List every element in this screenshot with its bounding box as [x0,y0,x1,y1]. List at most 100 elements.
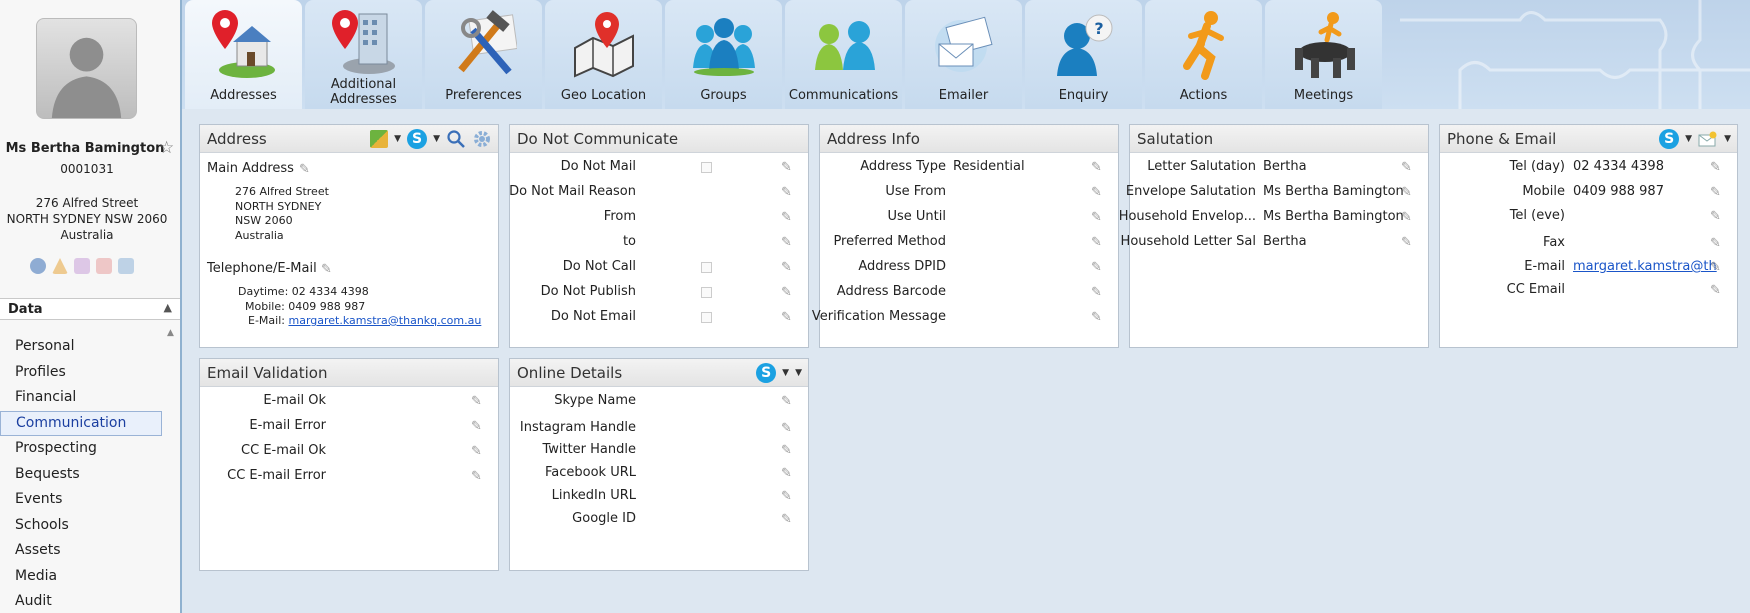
field-label: E-mail Ok [263,393,326,408]
edit-pencil-icon[interactable]: ✎ [1401,235,1415,250]
telephone-email-row: Telephone/E-Mail ✎ [207,261,487,281]
edit-pencil-icon[interactable]: ✎ [321,262,335,277]
collapse-caret-icon[interactable]: ▲ [164,301,172,314]
sms-envelope-icon[interactable] [1698,131,1718,147]
edit-pencil-icon[interactable]: ✎ [781,421,795,436]
sidebar-item-financial[interactable]: Financial [0,385,180,411]
edit-pencil-icon[interactable]: ✎ [781,466,795,481]
sms-dropdown-icon[interactable]: ▼ [1724,134,1731,144]
edit-pencil-icon[interactable]: ✎ [1401,160,1415,175]
field-checkbox[interactable] [701,262,712,273]
edit-pencil-icon[interactable]: ✎ [1091,285,1105,300]
tab-enquiry[interactable]: ? Enquiry [1025,0,1142,109]
edit-pencil-icon[interactable]: ✎ [781,260,795,275]
field-label: LinkedIn URL [551,488,636,503]
field-checkbox[interactable] [701,162,712,173]
skype-icon[interactable]: S [407,129,428,149]
edit-pencil-icon[interactable]: ✎ [1091,260,1105,275]
card-icon[interactable] [118,258,134,274]
edit-pencil-icon[interactable]: ✎ [781,512,795,527]
tab-emailer[interactable]: Emailer [905,0,1022,109]
edit-pencil-icon[interactable]: ✎ [471,419,485,434]
phone-email-panel-header: Phone & Email S ▼ ▼ [1440,125,1737,153]
edit-pencil-icon[interactable]: ✎ [471,394,485,409]
sidebar-item-prospecting[interactable]: Prospecting [0,436,180,462]
sidebar-item-audit[interactable]: Audit [0,589,180,613]
edit-pencil-icon[interactable]: ✎ [781,210,795,225]
edit-pencil-icon[interactable]: ✎ [781,394,795,409]
tab-meetings[interactable]: Meetings [1265,0,1382,109]
map-icon[interactable] [370,130,389,148]
field-checkbox[interactable] [701,312,712,323]
skype-dropdown-icon[interactable]: ▼ [782,368,789,378]
sidebar-item-bequests[interactable]: Bequests [0,462,180,488]
facebook-icon[interactable] [30,258,46,274]
tab-actions[interactable]: Actions [1145,0,1262,109]
favourite-star-icon[interactable]: ☆ [159,138,174,158]
edit-pencil-icon[interactable]: ✎ [1091,235,1105,250]
sidebar-item-profiles[interactable]: Profiles [0,360,180,386]
field-label: Twitter Handle [542,442,636,457]
edit-pencil-icon[interactable]: ✎ [781,185,795,200]
sidebar-item-schools[interactable]: Schools [0,513,180,539]
edit-pencil-icon[interactable]: ✎ [781,235,795,250]
edit-pencil-icon[interactable]: ✎ [1710,236,1724,251]
field-row: Address Type Residential ✎ [820,159,1118,179]
skype-icon[interactable]: S [756,363,777,383]
gear-icon[interactable] [472,129,492,149]
edit-pencil-icon[interactable]: ✎ [299,162,313,177]
edit-pencil-icon[interactable]: ✎ [1091,185,1105,200]
sidebar-item-assets[interactable]: Assets [0,538,180,564]
edit-pencil-icon[interactable]: ✎ [781,160,795,175]
edit-pencil-icon[interactable]: ✎ [1710,160,1724,175]
edit-pencil-icon[interactable]: ✎ [1091,160,1105,175]
tab-groups[interactable]: Groups [665,0,782,109]
sidebar-item-events[interactable]: Events [0,487,180,513]
tab-addresses[interactable]: Addresses [185,0,302,109]
tab-preferences[interactable]: Preferences [425,0,542,109]
field-row: Fax ✎ [1440,235,1737,255]
tab-communications[interactable]: Communications [785,0,902,109]
field-label: E-mail [1524,259,1565,274]
sidebar-item-media[interactable]: Media [0,564,180,590]
edit-pencil-icon[interactable]: ✎ [1401,210,1415,225]
warning-icon[interactable] [52,258,68,274]
email-link[interactable]: margaret.kamstra@thankq.com.au [288,314,481,327]
search-icon[interactable] [446,129,466,149]
edit-pencil-icon[interactable]: ✎ [781,489,795,504]
edit-pencil-icon[interactable]: ✎ [1091,210,1105,225]
mail-icon[interactable] [96,258,112,274]
person-address-line: Australia [60,228,114,242]
sidebar-item-personal[interactable]: Personal [0,334,180,360]
edit-pencil-icon[interactable]: ✎ [1091,310,1105,325]
options-dropdown-icon[interactable]: ▼ [795,368,802,378]
person-address-line: NORTH SYDNEY NSW 2060 [6,212,168,226]
gift-icon[interactable] [74,258,90,274]
edit-pencil-icon[interactable]: ✎ [1710,260,1724,275]
edit-pencil-icon[interactable]: ✎ [471,444,485,459]
sidebar-item-communication[interactable]: Communication [0,410,162,436]
edit-pencil-icon[interactable]: ✎ [781,285,795,300]
skype-dropdown-icon[interactable]: ▼ [1685,134,1692,144]
edit-pencil-icon[interactable]: ✎ [471,469,485,484]
field-value[interactable]: margaret.kamstra@th [1573,259,1717,274]
field-row: Facebook URL ✎ [510,465,808,485]
field-checkbox[interactable] [701,287,712,298]
edit-pencil-icon[interactable]: ✎ [1710,209,1724,224]
field-value: Bertha [1263,234,1307,249]
skype-dropdown-icon[interactable]: ▼ [433,134,440,144]
field-row: Address Barcode ✎ [820,284,1118,304]
tools-icon [458,10,517,75]
edit-pencil-icon[interactable]: ✎ [781,310,795,325]
skype-icon[interactable]: S [1659,129,1680,149]
edit-pencil-icon[interactable]: ✎ [781,443,795,458]
avatar[interactable] [36,18,137,119]
edit-pencil-icon[interactable]: ✎ [1710,283,1724,298]
data-section-header[interactable]: Data ▲ [0,298,180,320]
edit-pencil-icon[interactable]: ✎ [1401,185,1415,200]
edit-pencil-icon[interactable]: ✎ [1710,185,1724,200]
tab-additional-addresses[interactable]: Additional Addresses [305,0,422,109]
dnc-panel-header: Do Not Communicate [510,125,808,153]
map-dropdown-icon[interactable]: ▼ [394,134,401,144]
tab-geo-location[interactable]: Geo Location [545,0,662,109]
